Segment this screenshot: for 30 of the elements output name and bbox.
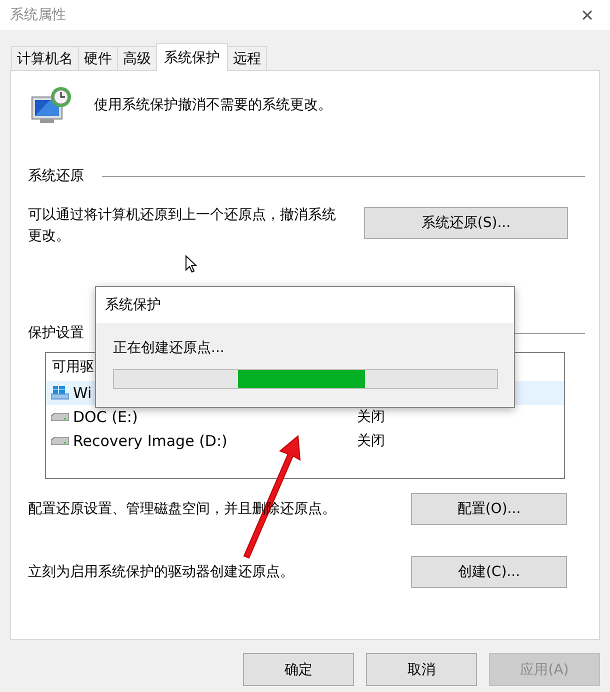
tab[interactable]: 远程 bbox=[227, 46, 267, 70]
close-button[interactable]: ✕ bbox=[564, 6, 610, 24]
windows-drive-icon bbox=[51, 386, 69, 400]
window-title: 系统属性 bbox=[10, 6, 66, 24]
drive-row[interactable]: Recovery Image (D:) 关闭 bbox=[46, 429, 564, 453]
section-heading: 保护设置 bbox=[28, 324, 84, 342]
restore-description: 可以通过将计算机还原到上一个还原点，撤消系统更改。 bbox=[28, 206, 337, 246]
description-text: 使用系统保护撤消不需要的系统更改。 bbox=[94, 96, 332, 114]
dialog-title: 系统保护 bbox=[105, 296, 161, 314]
drive-name: Recovery Image (D:) bbox=[73, 432, 228, 450]
drive-icon bbox=[51, 437, 69, 445]
configure-button[interactable]: 配置(O)... bbox=[411, 493, 567, 525]
mouse-cursor-icon bbox=[185, 255, 197, 273]
tab[interactable]: 系统保护 bbox=[156, 43, 228, 71]
column-header[interactable]: 可用驱 bbox=[52, 358, 94, 376]
create-button[interactable]: 创建(C)... bbox=[411, 556, 567, 588]
dialog-button[interactable]: 取消 bbox=[366, 653, 477, 686]
drive-name: Wi bbox=[73, 384, 92, 402]
tab[interactable]: 计算机名 bbox=[11, 46, 79, 70]
create-description: 立刻为启用系统保护的驱动器创建还原点。 bbox=[28, 563, 294, 581]
drive-name: DOC (E:) bbox=[73, 408, 138, 426]
drive-row[interactable]: DOC (E:) 关闭 bbox=[46, 405, 564, 429]
computer-clock-icon bbox=[30, 85, 74, 125]
dialog-button[interactable]: 确定 bbox=[243, 653, 354, 686]
section-heading: 系统还原 bbox=[28, 167, 84, 185]
system-restore-button[interactable]: 系统还原(S)... bbox=[364, 207, 568, 239]
protection-status: 关闭 bbox=[357, 408, 385, 426]
progress-message: 正在创建还原点... bbox=[113, 339, 226, 357]
protection-status: 关闭 bbox=[357, 432, 385, 450]
drive-icon bbox=[51, 413, 69, 421]
